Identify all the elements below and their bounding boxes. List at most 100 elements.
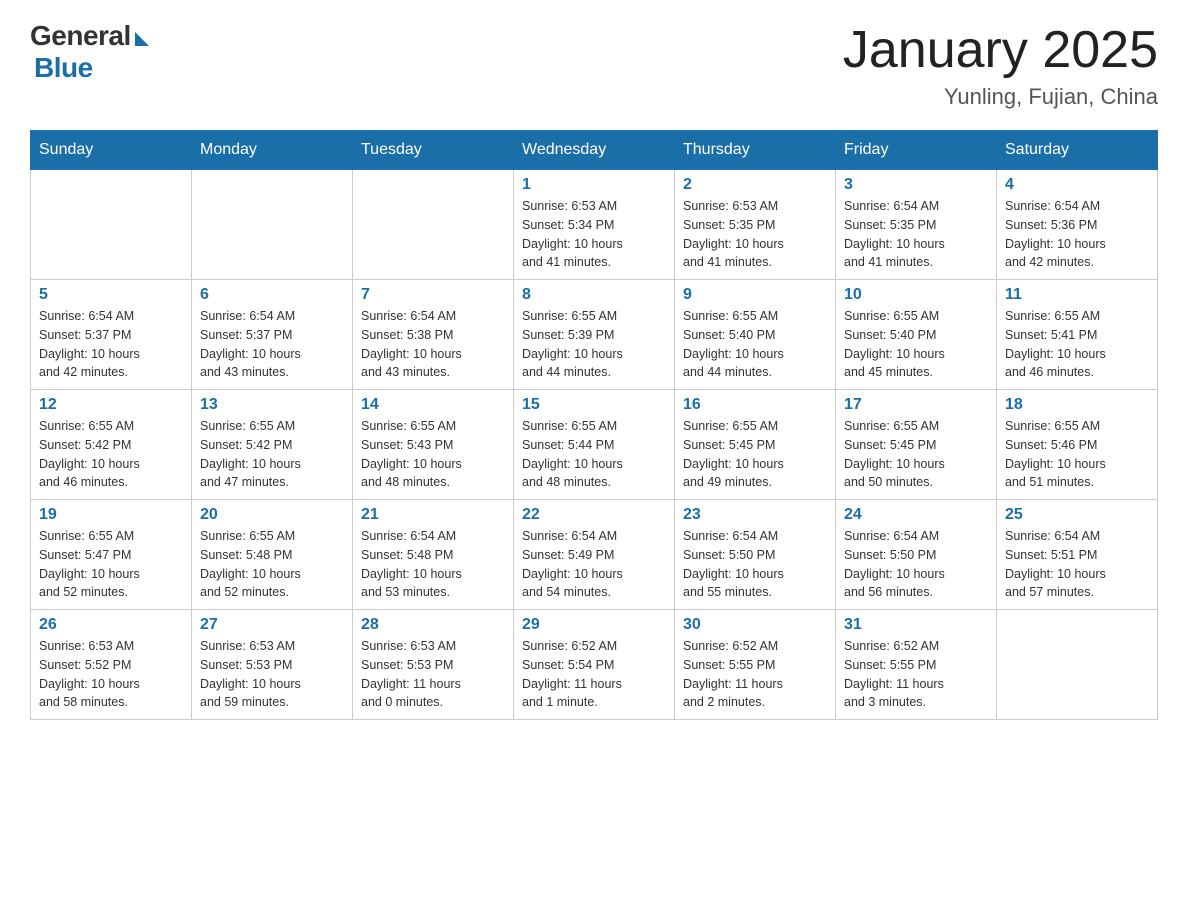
day-number: 2 xyxy=(683,176,827,194)
day-info: Sunrise: 6:54 AM Sunset: 5:36 PM Dayligh… xyxy=(1005,197,1149,272)
day-number: 28 xyxy=(361,616,505,634)
day-info: Sunrise: 6:54 AM Sunset: 5:37 PM Dayligh… xyxy=(39,307,183,382)
week-row-1: 1 Sunrise: 6:53 AM Sunset: 5:34 PM Daylig… xyxy=(31,170,1158,280)
day-info: Sunrise: 6:53 AM Sunset: 5:35 PM Dayligh… xyxy=(683,197,827,272)
logo: General Blue xyxy=(30,20,149,84)
day-number: 12 xyxy=(39,396,183,414)
day-info: Sunrise: 6:54 AM Sunset: 5:48 PM Dayligh… xyxy=(361,527,505,602)
week-row-4: 19 Sunrise: 6:55 AM Sunset: 5:47 PM Dayli… xyxy=(31,500,1158,610)
header-sunday: Sunday xyxy=(31,131,192,170)
day-info: Sunrise: 6:54 AM Sunset: 5:49 PM Dayligh… xyxy=(522,527,666,602)
day-info: Sunrise: 6:54 AM Sunset: 5:35 PM Dayligh… xyxy=(844,197,988,272)
day-info: Sunrise: 6:55 AM Sunset: 5:44 PM Dayligh… xyxy=(522,417,666,492)
day-info: Sunrise: 6:55 AM Sunset: 5:40 PM Dayligh… xyxy=(683,307,827,382)
day-number: 31 xyxy=(844,616,988,634)
day-number: 21 xyxy=(361,506,505,524)
calendar-cell-w1-d5: 2 Sunrise: 6:53 AM Sunset: 5:35 PM Daylig… xyxy=(675,170,836,280)
day-info: Sunrise: 6:53 AM Sunset: 5:52 PM Dayligh… xyxy=(39,637,183,712)
day-info: Sunrise: 6:55 AM Sunset: 5:47 PM Dayligh… xyxy=(39,527,183,602)
day-number: 17 xyxy=(844,396,988,414)
logo-triangle-icon xyxy=(135,32,149,46)
calendar-cell-w3-d2: 13Sunrise: 6:55 AM Sunset: 5:42 PM Dayli… xyxy=(192,390,353,500)
calendar-cell-w5-d4: 29 Sunrise: 6:52 AM Sunset: 5:54 PM Dayli… xyxy=(514,610,675,720)
calendar-cell-w1-d4: 1 Sunrise: 6:53 AM Sunset: 5:34 PM Daylig… xyxy=(514,170,675,280)
day-number: 5 xyxy=(39,286,183,304)
header-friday: Friday xyxy=(836,131,997,170)
day-info: Sunrise: 6:55 AM Sunset: 5:46 PM Dayligh… xyxy=(1005,417,1149,492)
header-monday: Monday xyxy=(192,131,353,170)
header-wednesday: Wednesday xyxy=(514,131,675,170)
header-saturday: Saturday xyxy=(997,131,1158,170)
day-number: 16 xyxy=(683,396,827,414)
calendar-cell-w3-d5: 16 Sunrise: 6:55 AM Sunset: 5:45 PM Dayli… xyxy=(675,390,836,500)
day-number: 13 xyxy=(200,396,344,414)
day-number: 29 xyxy=(522,616,666,634)
calendar-cell-w3-d4: 15 Sunrise: 6:55 AM Sunset: 5:44 PM Dayli… xyxy=(514,390,675,500)
day-number: 8 xyxy=(522,286,666,304)
day-number: 1 xyxy=(522,176,666,194)
day-info: Sunrise: 6:54 AM Sunset: 5:38 PM Dayligh… xyxy=(361,307,505,382)
calendar-cell-w1-d3 xyxy=(353,170,514,280)
calendar-header-row: Sunday Monday Tuesday Wednesday Thursday… xyxy=(31,131,1158,170)
day-number: 4 xyxy=(1005,176,1149,194)
day-info: Sunrise: 6:53 AM Sunset: 5:53 PM Dayligh… xyxy=(200,637,344,712)
day-info: Sunrise: 6:55 AM Sunset: 5:43 PM Dayligh… xyxy=(361,417,505,492)
calendar-cell-w4-d2: 20Sunrise: 6:55 AM Sunset: 5:48 PM Dayli… xyxy=(192,500,353,610)
calendar-cell-w1-d2 xyxy=(192,170,353,280)
calendar-cell-w4-d7: 25 Sunrise: 6:54 AM Sunset: 5:51 PM Dayli… xyxy=(997,500,1158,610)
logo-blue-text: Blue xyxy=(34,52,93,84)
day-info: Sunrise: 6:53 AM Sunset: 5:53 PM Dayligh… xyxy=(361,637,505,712)
day-number: 18 xyxy=(1005,396,1149,414)
day-number: 15 xyxy=(522,396,666,414)
header-thursday: Thursday xyxy=(675,131,836,170)
calendar-cell-w4-d4: 22 Sunrise: 6:54 AM Sunset: 5:49 PM Dayli… xyxy=(514,500,675,610)
calendar-cell-w3-d3: 14 Sunrise: 6:55 AM Sunset: 5:43 PM Dayli… xyxy=(353,390,514,500)
calendar-cell-w1-d7: 4 Sunrise: 6:54 AM Sunset: 5:36 PM Daylig… xyxy=(997,170,1158,280)
day-number: 22 xyxy=(522,506,666,524)
day-number: 3 xyxy=(844,176,988,194)
calendar-table: Sunday Monday Tuesday Wednesday Thursday… xyxy=(30,130,1158,720)
calendar-cell-w2-d7: 11Sunrise: 6:55 AM Sunset: 5:41 PM Dayli… xyxy=(997,280,1158,390)
day-number: 27 xyxy=(200,616,344,634)
calendar-cell-w4-d6: 24 Sunrise: 6:54 AM Sunset: 5:50 PM Dayli… xyxy=(836,500,997,610)
day-number: 9 xyxy=(683,286,827,304)
day-number: 11 xyxy=(1005,286,1149,304)
day-number: 30 xyxy=(683,616,827,634)
day-info: Sunrise: 6:55 AM Sunset: 5:40 PM Dayligh… xyxy=(844,307,988,382)
day-info: Sunrise: 6:52 AM Sunset: 5:54 PM Dayligh… xyxy=(522,637,666,712)
calendar-cell-w4-d5: 23Sunrise: 6:54 AM Sunset: 5:50 PM Dayli… xyxy=(675,500,836,610)
day-number: 19 xyxy=(39,506,183,524)
day-info: Sunrise: 6:54 AM Sunset: 5:51 PM Dayligh… xyxy=(1005,527,1149,602)
title-section: January 2025 Yunling, Fujian, China xyxy=(843,20,1158,110)
day-info: Sunrise: 6:55 AM Sunset: 5:45 PM Dayligh… xyxy=(683,417,827,492)
day-number: 24 xyxy=(844,506,988,524)
calendar-cell-w5-d3: 28 Sunrise: 6:53 AM Sunset: 5:53 PM Dayli… xyxy=(353,610,514,720)
day-number: 25 xyxy=(1005,506,1149,524)
week-row-2: 5 Sunrise: 6:54 AM Sunset: 5:37 PM Daylig… xyxy=(31,280,1158,390)
day-number: 26 xyxy=(39,616,183,634)
calendar-cell-w5-d5: 30 Sunrise: 6:52 AM Sunset: 5:55 PM Dayli… xyxy=(675,610,836,720)
week-row-5: 26 Sunrise: 6:53 AM Sunset: 5:52 PM Dayli… xyxy=(31,610,1158,720)
day-info: Sunrise: 6:55 AM Sunset: 5:42 PM Dayligh… xyxy=(39,417,183,492)
calendar-cell-w5-d6: 31 Sunrise: 6:52 AM Sunset: 5:55 PM Dayli… xyxy=(836,610,997,720)
day-number: 14 xyxy=(361,396,505,414)
logo-general-text: General xyxy=(30,20,131,52)
calendar-cell-w5-d7 xyxy=(997,610,1158,720)
location-text: Yunling, Fujian, China xyxy=(843,84,1158,110)
day-number: 6 xyxy=(200,286,344,304)
calendar-cell-w4-d1: 19 Sunrise: 6:55 AM Sunset: 5:47 PM Dayli… xyxy=(31,500,192,610)
day-info: Sunrise: 6:55 AM Sunset: 5:45 PM Dayligh… xyxy=(844,417,988,492)
page-header: General Blue January 2025 Yunling, Fujia… xyxy=(30,20,1158,110)
calendar-cell-w2-d2: 6Sunrise: 6:54 AM Sunset: 5:37 PM Daylig… xyxy=(192,280,353,390)
day-number: 10 xyxy=(844,286,988,304)
day-info: Sunrise: 6:52 AM Sunset: 5:55 PM Dayligh… xyxy=(683,637,827,712)
calendar-cell-w1-d6: 3 Sunrise: 6:54 AM Sunset: 5:35 PM Daylig… xyxy=(836,170,997,280)
calendar-cell-w2-d3: 7Sunrise: 6:54 AM Sunset: 5:38 PM Daylig… xyxy=(353,280,514,390)
calendar-cell-w1-d1 xyxy=(31,170,192,280)
day-number: 23 xyxy=(683,506,827,524)
day-info: Sunrise: 6:52 AM Sunset: 5:55 PM Dayligh… xyxy=(844,637,988,712)
calendar-cell-w5-d2: 27 Sunrise: 6:53 AM Sunset: 5:53 PM Dayli… xyxy=(192,610,353,720)
day-info: Sunrise: 6:55 AM Sunset: 5:48 PM Dayligh… xyxy=(200,527,344,602)
day-info: Sunrise: 6:53 AM Sunset: 5:34 PM Dayligh… xyxy=(522,197,666,272)
day-info: Sunrise: 6:54 AM Sunset: 5:50 PM Dayligh… xyxy=(844,527,988,602)
